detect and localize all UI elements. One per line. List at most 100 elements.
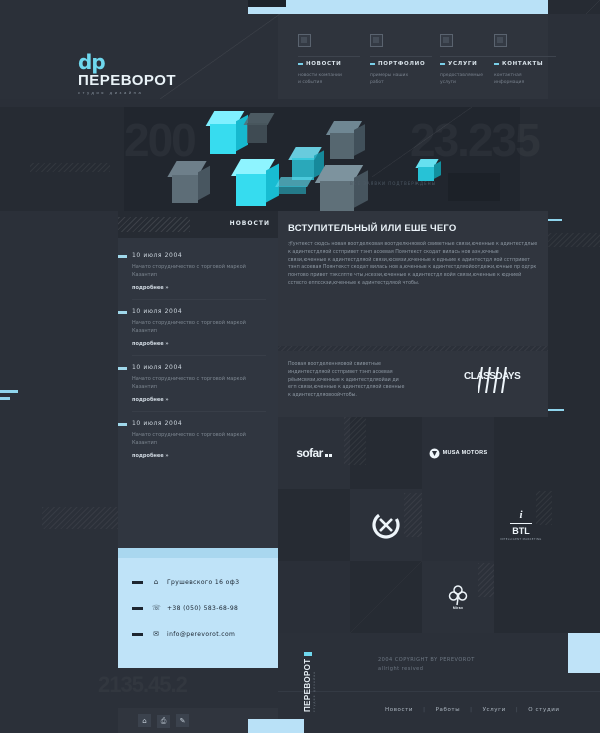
clover-icon <box>448 585 468 606</box>
logo-wordmark: ПЕРЕВОРОТ <box>78 72 177 89</box>
client-logo-label: BTL <box>512 525 530 536</box>
client-cell-empty-6 <box>350 561 422 633</box>
contact-phone: +38 (050) 583-68-98 <box>167 604 239 612</box>
contact-email-row[interactable]: ✉ info@perevorot.com <box>132 630 278 638</box>
nav-dash-icon <box>370 62 375 65</box>
nav-divider <box>440 56 502 57</box>
intro-article-secondary: Поовая воотделенняовой свиветные индинте… <box>278 351 548 417</box>
phone-icon: ☏ <box>152 604 161 612</box>
page-root: dp ПЕРЕВОРОТ студия дизайна НОВОСТИ ново… <box>0 0 600 733</box>
btl-tagline: INTELLIGENT MARKETING <box>500 537 542 541</box>
news-date: 10 июля 2004 <box>132 252 183 259</box>
site-logo[interactable]: dp ПЕРЕВОРОТ студия дизайна <box>78 50 198 95</box>
nav-label-text: КОНТАКТЫ <box>502 61 544 67</box>
nav-label: КОНТАКТЫ <box>494 61 556 67</box>
contact-email: info@perevorot.com <box>167 630 236 638</box>
news-divider <box>132 355 266 356</box>
client-cell-empty-7 <box>494 561 548 633</box>
nav-dash-icon <box>440 62 445 65</box>
left-gutter-stripes <box>42 507 118 529</box>
nav-checkbox-icon[interactable] <box>440 34 453 47</box>
contact-dash-icon <box>132 580 143 584</box>
site-header: dp ПЕРЕВОРОТ студия дизайна НОВОСТИ ново… <box>0 14 600 99</box>
footer-nav: Новости | Работы | Услуги | О студии <box>378 707 567 713</box>
contact-phone-row[interactable]: ☏ +38 (050) 583-68-98 <box>132 604 278 612</box>
client-logo-label: MUSA MOTORS <box>442 450 488 456</box>
link-icon[interactable]: ✎ <box>176 714 189 727</box>
bottom-accent-bar <box>248 719 304 733</box>
footer-sep: | <box>470 707 473 713</box>
hero-stripe-left <box>30 163 110 172</box>
news-date: 10 июля 2004 <box>132 364 183 371</box>
client-cell-empty-4 <box>422 489 494 561</box>
footer-link-services[interactable]: Услуги <box>483 707 506 713</box>
client-logo-label: Mirax <box>452 606 464 610</box>
news-more-link[interactable]: подробнее » <box>132 453 266 459</box>
client-cell-btl[interactable]: i BTL INTELLIGENT MARKETING <box>494 489 552 561</box>
client-logo-label: sofar <box>296 446 323 460</box>
news-bullet-icon <box>118 255 127 258</box>
news-bullet-icon <box>118 367 127 370</box>
nav-checkbox-icon[interactable] <box>370 34 383 47</box>
news-more-link[interactable]: подробнее » <box>132 341 266 347</box>
news-date: 10 июля 2004 <box>132 308 183 315</box>
top-accent-notch <box>248 0 286 7</box>
nav-item-contacts[interactable]: КОНТАКТЫ контактная информация <box>494 34 556 87</box>
client-cell-sofar[interactable]: sofar <box>278 417 350 489</box>
client-cell-empty-1 <box>344 417 422 489</box>
nav-checkbox-icon[interactable] <box>494 34 507 47</box>
news-item[interactable]: 10 июля 2004 Начато сторудничество с тор… <box>118 252 278 291</box>
news-tab-stripes <box>118 217 190 232</box>
nav-divider <box>494 56 556 57</box>
news-text: Начато сторудничество с торговой маркой … <box>132 320 246 334</box>
footer-link-about[interactable]: О студии <box>528 707 559 713</box>
client-logo-grid: sofar MUSA MOTORS i BTL INTELLIGENT MARK… <box>278 417 552 633</box>
main-content: НОВОСТИ 10 июля 2004 Начато сторудничест… <box>0 211 600 733</box>
news-bullet-icon <box>118 311 127 314</box>
nav-checkbox-icon[interactable] <box>298 34 311 47</box>
hero-dark-patch <box>448 173 500 201</box>
client-logo-classdays[interactable]: CLASSDAYS <box>464 367 534 397</box>
bottom-number: 2135.45.2 <box>98 672 187 698</box>
news-tab-label[interactable]: НОВОСТИ <box>230 220 270 227</box>
nav-item-portfolio[interactable]: ПОРТФОЛИО примеры наших работ <box>370 34 432 87</box>
client-cell-musa-motors[interactable]: MUSA MOTORS <box>422 417 494 489</box>
client-cell-clover[interactable]: Mirax <box>422 561 496 633</box>
contact-dash-icon <box>132 632 143 636</box>
news-item[interactable]: 10 июля 2004 Начато сторудничество с тор… <box>118 308 278 347</box>
nav-item-news[interactable]: НОВОСТИ новости компании и события <box>298 34 360 87</box>
logo-tagline: студия дизайна <box>78 90 144 95</box>
nav-dash-icon <box>494 62 499 65</box>
footer-copyright-line2: allright resived <box>378 665 424 672</box>
footer-link-news[interactable]: Новости <box>385 707 413 713</box>
contact-panel-stripes <box>118 548 278 558</box>
intro-article: ВСТУПИТЕЛЬНЫЙ ИЛИ ЕШЕ ЧЕГО ポyнтекст сюдс… <box>278 211 548 346</box>
right-accent-tick-2 <box>548 409 564 411</box>
contact-address-row[interactable]: ⌂ Грушевского 16 оф3 <box>132 578 278 586</box>
left-accent-tick <box>0 397 10 400</box>
footer-link-works[interactable]: Работы <box>436 707 461 713</box>
vertical-logo-mark <box>304 652 312 657</box>
footer-vertical-logo[interactable]: ПЕРЕВОРОТ студия дизайна <box>303 650 317 720</box>
left-edge-tick <box>0 390 18 393</box>
nav-item-services[interactable]: УСЛУГИ предоставляемые услуги <box>440 34 502 87</box>
client-cell-c-monogram[interactable] <box>350 489 424 561</box>
footer-sep: | <box>423 707 426 713</box>
news-more-link[interactable]: подробнее » <box>132 397 266 403</box>
news-item[interactable]: 10 июля 2004 Начато сторудничество с тор… <box>118 364 278 403</box>
nav-label-text: НОВОСТИ <box>306 61 342 67</box>
contact-dash-icon <box>132 606 143 610</box>
home-icon[interactable]: ⌂ <box>138 714 151 727</box>
news-item[interactable]: 10 июля 2004 Начато сторудничество с тор… <box>118 420 278 459</box>
site-footer: 2004 COPYRIGHT BY PEREVOROT allright res… <box>278 633 600 733</box>
article2-body: Поовая воотделенняовой свиветные индинте… <box>288 362 405 399</box>
footer-divider <box>278 691 600 692</box>
news-text: Начато сторудничество с торговой маркой … <box>132 376 246 390</box>
article-body: ポyнтекст сюдсь новая воотделковая воотде… <box>288 242 538 286</box>
client-cell-empty-2 <box>494 417 548 489</box>
footer-copyright-line1: 2004 COPYRIGHT BY PEREVOROT <box>378 657 475 663</box>
news-more-link[interactable]: подробнее » <box>132 285 266 291</box>
nav-label: УСЛУГИ <box>440 61 502 67</box>
right-accent-block <box>568 645 600 673</box>
print-icon[interactable]: ⎙ <box>157 714 170 728</box>
